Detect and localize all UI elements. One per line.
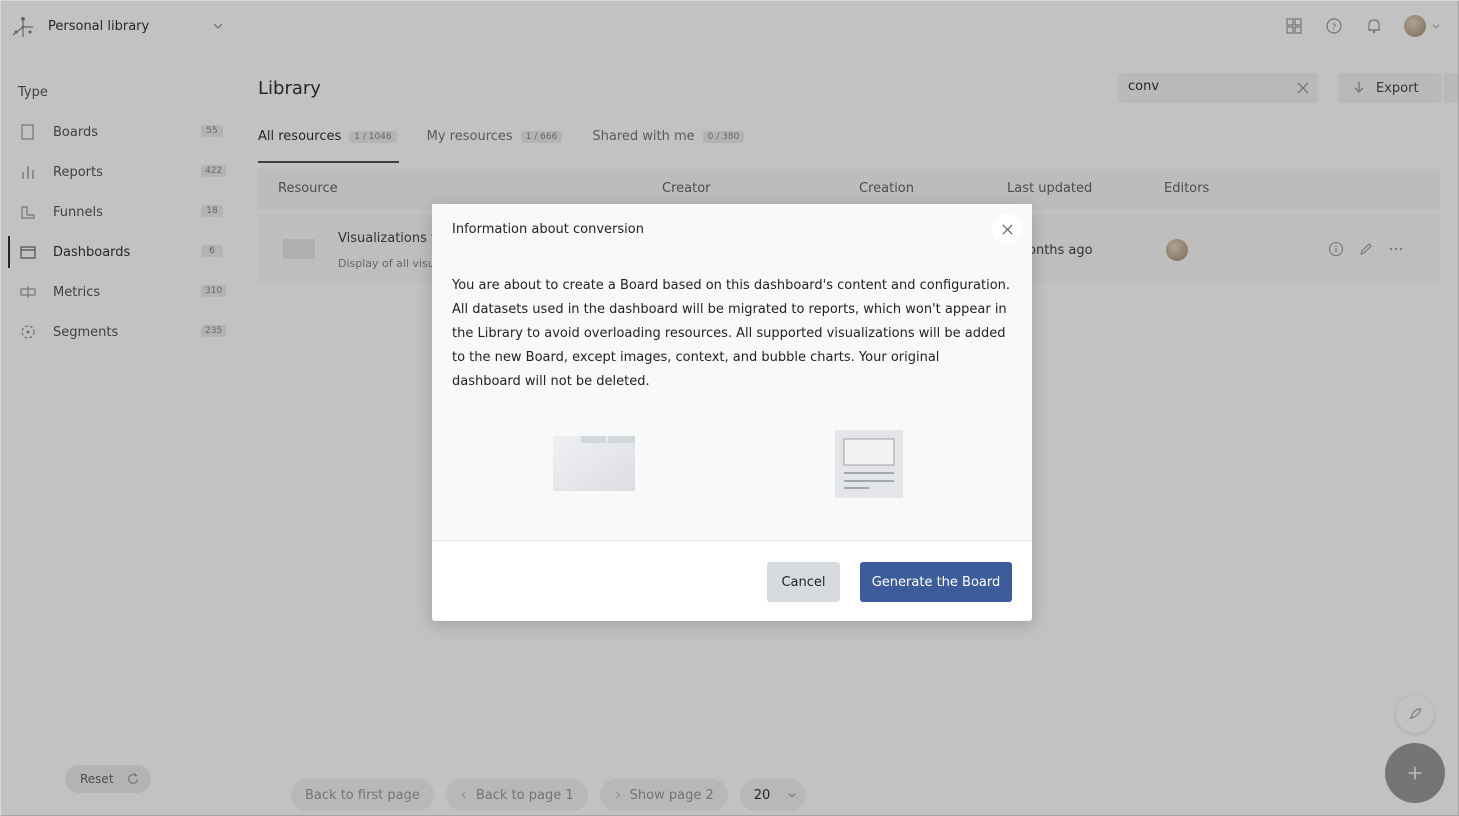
modal-footer: Cancel Generate the Board — [432, 542, 1032, 621]
modal-title: Information about conversion — [452, 222, 644, 237]
close-icon — [1001, 223, 1013, 235]
modal-description: You are about to create a Board based on… — [452, 278, 1011, 389]
modal-header: Information about conversion — [432, 204, 1032, 254]
dashboard-illustration-icon — [553, 436, 635, 491]
close-button[interactable] — [992, 214, 1022, 244]
conversion-modal: Information about conversion You are abo… — [432, 204, 1032, 621]
generate-board-button[interactable]: Generate the Board — [860, 562, 1012, 602]
app-window: Personal library ? Type Boards 55 Report… — [0, 0, 1459, 816]
board-illustration-icon — [835, 430, 903, 498]
cancel-button[interactable]: Cancel — [767, 562, 840, 602]
modal-body: Information about conversion You are abo… — [432, 204, 1032, 541]
